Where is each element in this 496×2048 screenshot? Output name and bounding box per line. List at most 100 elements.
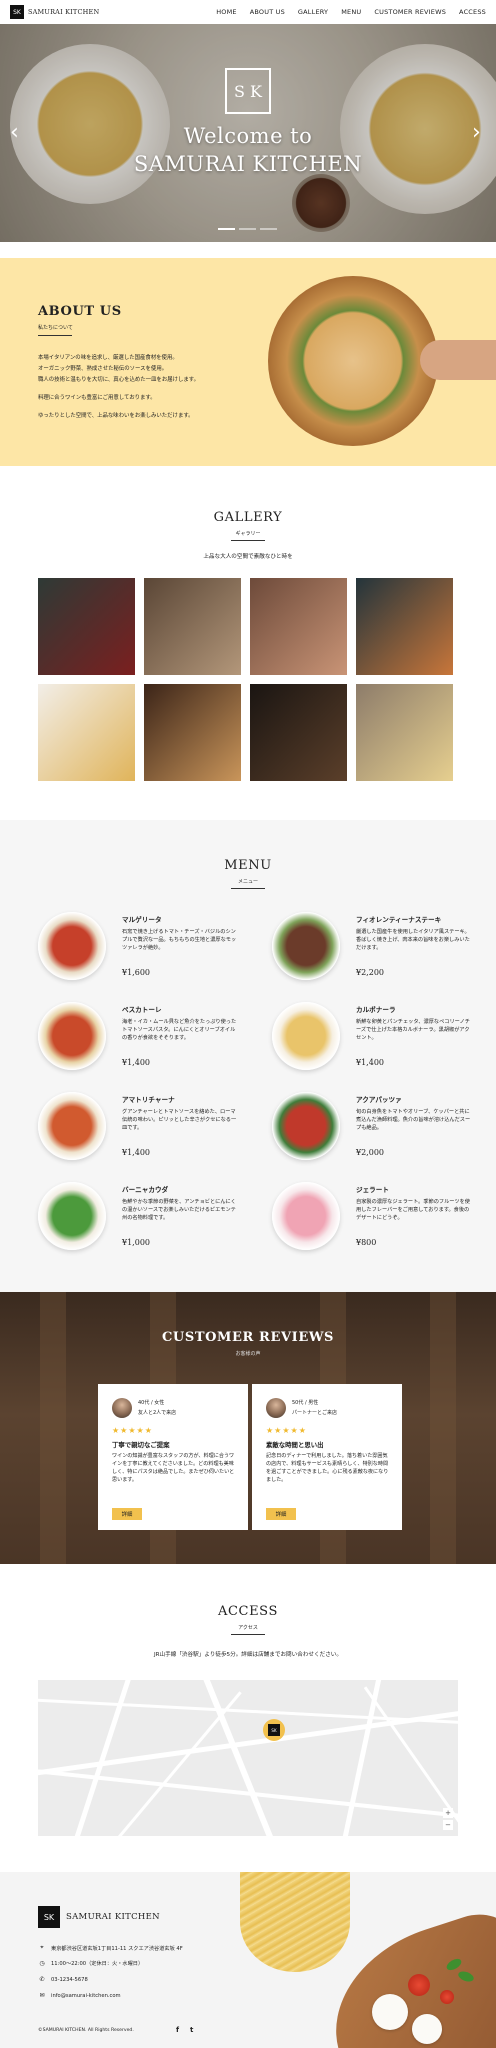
facebook-icon[interactable]: f: [176, 2026, 179, 2034]
gallery-dinner[interactable]: [250, 578, 347, 675]
hero-slider: S K Welcome to SAMURAI KITCHEN ‹ ›: [0, 24, 496, 242]
footer-hours: ◷ 11:00〜22:00（定休日：火・水曜日）: [39, 1960, 144, 1967]
clock-icon: ◷: [39, 1960, 45, 1967]
review-meta: 40代 / 女性: [138, 1400, 165, 1406]
footer-logo[interactable]: SK: [38, 1906, 60, 1928]
access-description: JR山手線「渋谷駅」より徒歩5分。詳細は店舗までお問い合わせください。: [154, 1652, 342, 1658]
site-header: SK SAMURAI KITCHEN HOME ABOUT US GALLERY…: [0, 0, 496, 24]
slide-dot[interactable]: [260, 228, 277, 230]
reviews-title: CUSTOMER REVIEWS: [161, 1330, 335, 1345]
menu-item-price: ¥1,400: [356, 1058, 384, 1067]
location-pin-icon: ⌖: [40, 1944, 44, 1951]
footer-pasta-image: [240, 1872, 350, 1972]
menu-item-name: ジェラート: [356, 1186, 389, 1194]
access-title: ACCESS: [218, 1604, 278, 1619]
menu-item-image: [272, 1182, 340, 1250]
review-detail-button[interactable]: 詳細: [266, 1508, 296, 1520]
chevron-right-icon[interactable]: ›: [472, 120, 481, 145]
about-text-3: 職人の技術と温もりを大切に、真心を込めた一皿をお届けします。: [38, 377, 200, 383]
footer-phone: ✆ 03-1234-5678: [39, 1976, 88, 1983]
copyright: ©SAMURAI KITCHEN. All Rights Reserved.: [38, 2028, 134, 2033]
access-map[interactable]: [38, 1680, 458, 1836]
review-card: 40代 / 女性 友人と2人で来店 ★★★★★ 丁寧で親切なご提案 ワインの知識…: [98, 1384, 248, 1530]
review-card: 50代 / 男性 パートナーとご来店 ★★★★★ 素敵な時間と思い出 記念日のデ…: [252, 1384, 402, 1530]
gallery-bar[interactable]: [250, 684, 347, 781]
menu-item-name: マルゲリータ: [122, 916, 162, 924]
nav-about[interactable]: ABOUT US: [250, 8, 285, 16]
about-divider: [38, 335, 72, 336]
map-road: [202, 1680, 280, 1836]
menu-item-name: アクアパッツァ: [356, 1096, 402, 1104]
avatar: [266, 1398, 286, 1418]
menu-item-price: ¥800: [356, 1238, 377, 1247]
site-footer: SK SAMURAI KITCHEN ⌖ 東京都渋谷区道玄坂1丁目11-11 スク…: [0, 1872, 496, 2048]
review-meta: パートナーとご来店: [292, 1410, 338, 1416]
nav-access[interactable]: ACCESS: [459, 8, 486, 16]
logo-icon[interactable]: SK: [10, 5, 24, 19]
menu-subtitle: メニュー: [237, 879, 258, 885]
nav-menu[interactable]: MENU: [341, 8, 361, 16]
menu-item-description: 石窯で焼き上げるトマト・チーズ・バジルのシンプルで贅沢な一品。もちもちの生地と濃…: [122, 929, 237, 951]
menu-title: MENU: [224, 858, 272, 873]
menu-item-image: [38, 1002, 106, 1070]
about-pizza-image: [268, 276, 438, 446]
mail-icon: ✉: [39, 1992, 45, 1999]
map-road: [117, 1691, 242, 1836]
map-pin-icon[interactable]: SK: [263, 1719, 285, 1741]
gallery-tiramisu[interactable]: [144, 684, 241, 781]
menu-item-image: [272, 1002, 340, 1070]
about-text-1: 本場イタリアンの味を追求し、厳選した国産食材を使用。: [38, 355, 178, 361]
menu-item-description: 海老・イカ・ムール貝など魚介をたっぷり使ったトマトソースパスタ。にんにくとオリー…: [122, 1019, 237, 1041]
access-subtitle: アクセス: [238, 1625, 258, 1631]
menu-item-name: アマトリチャーナ: [122, 1096, 175, 1104]
about-section: ABOUT US 私たちについて 本場イタリアンの味を追求し、厳選した国産食材を…: [0, 258, 496, 466]
menu-item-price: ¥1,400: [122, 1058, 150, 1067]
gallery-dishes[interactable]: [356, 578, 453, 675]
review-detail-button[interactable]: 詳細: [112, 1508, 142, 1520]
about-subtitle: 私たちについて: [38, 325, 73, 331]
menu-item-price: ¥1,000: [122, 1238, 150, 1247]
footer-mozzarella: [412, 2014, 442, 2044]
gallery-pasta[interactable]: [38, 684, 135, 781]
about-text-5: ゆったりとした空間で、上品な味わいをお楽しみいただけます。: [38, 413, 194, 419]
gallery-cheese[interactable]: [356, 684, 453, 781]
slide-dot[interactable]: [218, 228, 235, 230]
slide-dot[interactable]: [239, 228, 256, 230]
twitter-icon[interactable]: t: [190, 2026, 193, 2034]
brand-name[interactable]: SAMURAI KITCHEN: [28, 8, 99, 16]
nav-gallery[interactable]: GALLERY: [298, 8, 328, 16]
review-title: 素敵な時間と思い出: [266, 1441, 324, 1449]
about-text-2: オーガニック野菜、熟成させた秘伝のソースを使用。: [38, 366, 168, 372]
menu-item-image: [272, 912, 340, 980]
menu-item-description: 新鮮な卵黄とパンチェッタ、濃厚なペコリーノチーズで仕上げた本格カルボナーラ。黒胡…: [356, 1019, 470, 1041]
menu-item-price: ¥1,400: [122, 1148, 150, 1157]
menu-item-description: 旬の白身魚をトマトやオリーブ、ケッパーと共に煮込んだ漁師料理。魚介の旨味が溶け込…: [356, 1109, 471, 1131]
avatar: [112, 1398, 132, 1418]
menu-item-price: ¥2,000: [356, 1148, 384, 1157]
footer-brand: SAMURAI KITCHEN: [66, 1912, 160, 1922]
gallery-subtitle: ギャラリー: [235, 531, 261, 537]
access-divider: [231, 1634, 265, 1635]
footer-tomato: [440, 1990, 454, 2004]
menu-item-image: [38, 1182, 106, 1250]
zoom-out-icon[interactable]: −: [443, 1820, 453, 1830]
gallery-kitchen[interactable]: [144, 578, 241, 675]
review-text: 記念日のディナーで利用しました。落ち着いた雰囲気の店内で、料理もサービスも素晴ら…: [266, 1453, 389, 1483]
zoom-in-icon[interactable]: +: [443, 1808, 453, 1818]
about-title: ABOUT US: [38, 304, 122, 319]
menu-item-name: バーニャカウダ: [122, 1186, 169, 1194]
reviews-section: CUSTOMER REVIEWS お客様の声 40代 / 女性 友人と2人で来店…: [0, 1292, 496, 1564]
review-text: ワインの知識が豊富なスタッフの方が、料理に合うワインを丁寧に教えてくださいました…: [112, 1453, 235, 1483]
nav-home[interactable]: HOME: [216, 8, 237, 16]
gallery-terrace[interactable]: [38, 578, 135, 675]
menu-item-name: フィオレンティーナステーキ: [356, 916, 442, 924]
nav-reviews[interactable]: CUSTOMER REVIEWS: [374, 8, 446, 16]
review-meta: 友人と2人で来店: [138, 1410, 177, 1416]
footer-mozzarella: [372, 1994, 408, 2030]
menu-divider: [231, 888, 265, 889]
menu-item-description: 色鮮やかな季節の野菜を、アンチョビとにんにくの温かいソースでお楽しみいただけるピ…: [122, 1199, 236, 1221]
chevron-left-icon[interactable]: ‹: [10, 120, 19, 145]
review-meta: 50代 / 男性: [292, 1400, 319, 1406]
about-text-4: 料理に合うワインも豊富にご用意しております。: [38, 395, 156, 401]
menu-item-price: ¥1,600: [122, 968, 150, 977]
